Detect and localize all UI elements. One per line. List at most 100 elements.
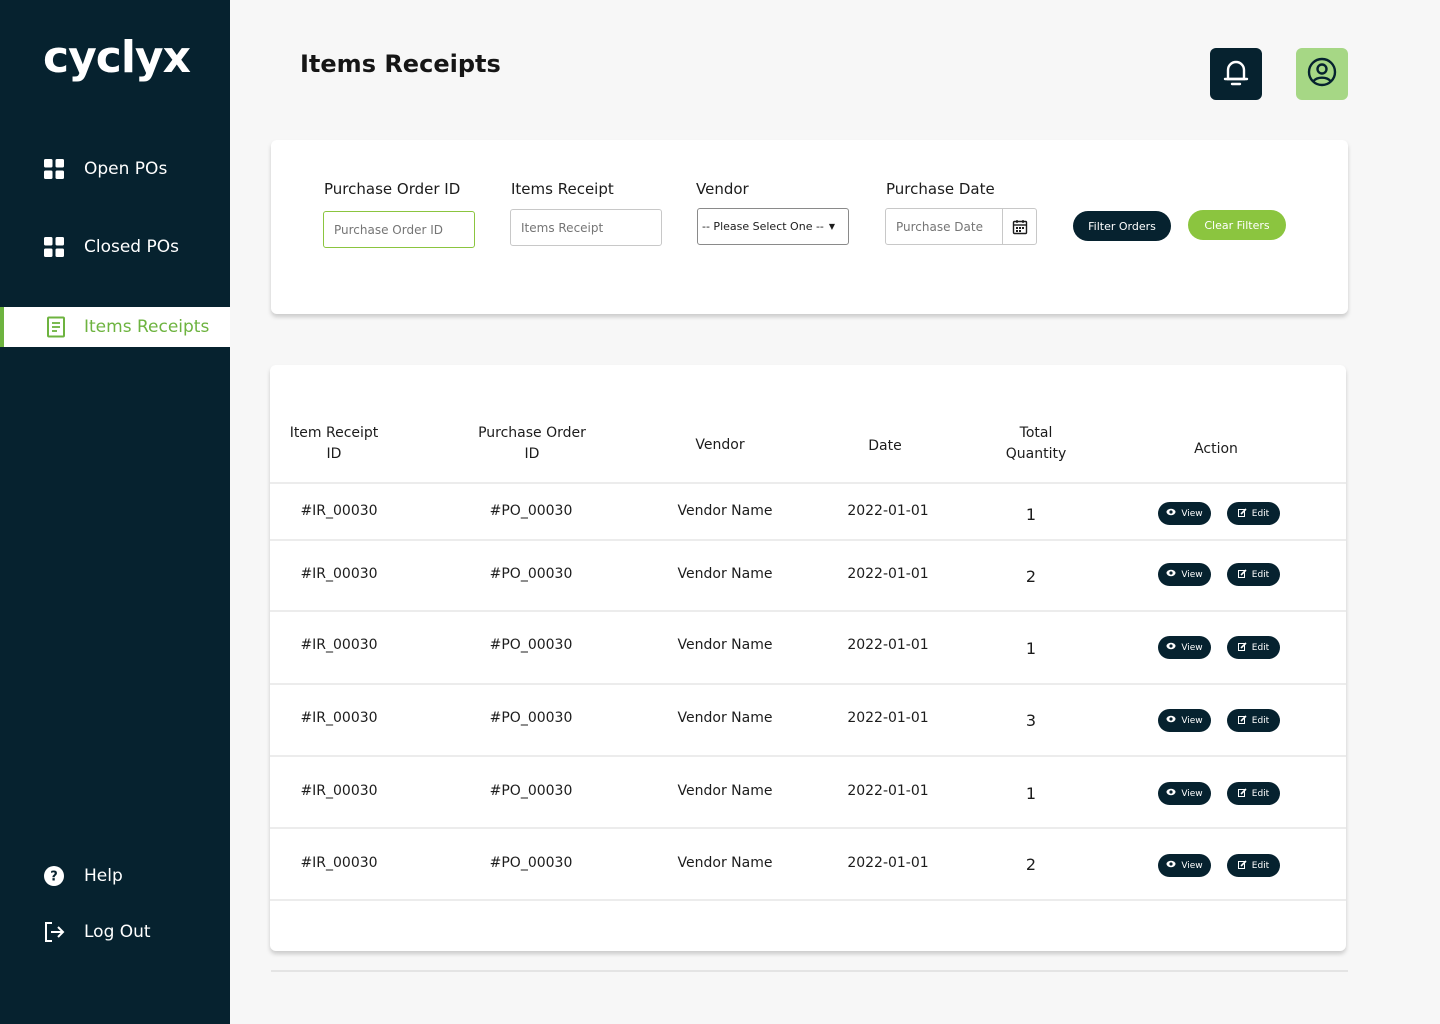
column-header-date: Date: [868, 438, 902, 454]
edit-button[interactable]: Edit: [1227, 709, 1280, 732]
po-id-input[interactable]: [323, 211, 475, 248]
view-button[interactable]: View: [1158, 782, 1211, 805]
sidebar-item-label: Closed POs: [84, 237, 179, 257]
edit-label: Edit: [1251, 788, 1270, 799]
eye-icon: [1166, 860, 1176, 871]
sidebar-item-label: Open POs: [84, 159, 168, 179]
column-header-po-id: Purchase Order ID: [478, 425, 586, 462]
edit-button[interactable]: Edit: [1227, 854, 1280, 877]
receipt-id-cell: #IR_00030: [300, 566, 378, 582]
filter-orders-button[interactable]: Filter Orders: [1073, 211, 1171, 241]
sidebar: cyclyx Open POs Closed POs Items Receipt…: [0, 0, 230, 1024]
purchase-date-field: [885, 208, 1037, 245]
svg-text:?: ?: [50, 870, 58, 885]
view-button[interactable]: View: [1158, 502, 1211, 525]
eye-icon: [1166, 715, 1176, 726]
edit-button[interactable]: Edit: [1227, 502, 1280, 525]
clear-filters-button[interactable]: Clear Filters: [1188, 210, 1286, 240]
po-id-cell: #PO_00030: [489, 710, 573, 726]
vendor-cell: Vendor Name: [677, 855, 773, 871]
receipt-id-cell: #IR_00030: [300, 637, 378, 653]
row-divider: [270, 827, 1346, 829]
sidebar-item-label: Help: [84, 866, 123, 886]
column-header-receipt-id: Item Receipt ID: [289, 425, 379, 462]
view-label: View: [1181, 569, 1203, 580]
po-id-cell: #PO_00030: [489, 855, 573, 871]
sidebar-item-closed-pos[interactable]: Closed POs: [0, 227, 230, 267]
edit-label: Edit: [1251, 715, 1270, 726]
row-divider: [270, 482, 1346, 484]
receipt-id-cell: #IR_00030: [300, 855, 378, 871]
row-divider: [270, 539, 1346, 541]
eye-icon: [1166, 569, 1176, 580]
view-button[interactable]: View: [1158, 709, 1211, 732]
quantity-cell: 2: [1025, 567, 1037, 586]
logout-icon: [43, 921, 65, 943]
view-label: View: [1181, 642, 1203, 653]
calendar-icon[interactable]: [1002, 209, 1036, 244]
vendor-label: Vendor: [696, 180, 749, 198]
vendor-cell: Vendor Name: [677, 503, 773, 519]
purchase-date-input[interactable]: [886, 209, 1002, 244]
po-id-cell: #PO_00030: [489, 637, 573, 653]
row-divider: [270, 899, 1346, 901]
po-id-cell: #PO_00030: [489, 566, 573, 582]
edit-button[interactable]: Edit: [1227, 782, 1280, 805]
sidebar-item-logout[interactable]: Log Out: [0, 912, 230, 952]
edit-icon: [1237, 714, 1247, 727]
column-header-vendor: Vendor: [695, 437, 745, 453]
eye-icon: [1166, 788, 1176, 799]
quantity-cell: 1: [1025, 505, 1037, 524]
sidebar-item-items-receipts[interactable]: Items Receipts: [0, 307, 230, 347]
quantity-cell: 1: [1025, 784, 1037, 803]
sidebar-item-help[interactable]: ? Help: [0, 856, 230, 896]
divider: [271, 970, 1348, 972]
edit-button[interactable]: Edit: [1227, 636, 1280, 659]
date-cell: 2022-01-01: [847, 503, 929, 519]
edit-label: Edit: [1251, 569, 1270, 580]
view-label: View: [1181, 715, 1203, 726]
edit-icon: [1237, 641, 1247, 654]
edit-button[interactable]: Edit: [1227, 563, 1280, 586]
edit-icon: [1237, 507, 1247, 520]
date-cell: 2022-01-01: [847, 855, 929, 871]
edit-label: Edit: [1251, 508, 1270, 519]
vendor-cell: Vendor Name: [677, 783, 773, 799]
receipt-id-cell: #IR_00030: [300, 503, 378, 519]
vendor-cell: Vendor Name: [677, 637, 773, 653]
filter-panel: Purchase Order ID Items Receipt Vendor -…: [271, 140, 1348, 314]
edit-label: Edit: [1251, 642, 1270, 653]
view-button[interactable]: View: [1158, 636, 1211, 659]
quantity-cell: 1: [1025, 639, 1037, 658]
view-button[interactable]: View: [1158, 854, 1211, 877]
column-header-total-quantity: Total Quantity: [1005, 425, 1067, 462]
help-icon: ?: [43, 865, 65, 887]
po-id-cell: #PO_00030: [489, 503, 573, 519]
view-button[interactable]: View: [1158, 563, 1211, 586]
view-label: View: [1181, 508, 1203, 519]
profile-button[interactable]: [1296, 48, 1348, 100]
edit-icon: [1237, 787, 1247, 800]
sidebar-item-open-pos[interactable]: Open POs: [0, 149, 230, 189]
vendor-select[interactable]: -- Please Select One -- ▼: [697, 208, 849, 245]
date-cell: 2022-01-01: [847, 783, 929, 799]
edit-icon: [1237, 568, 1247, 581]
edit-label: Edit: [1251, 860, 1270, 871]
document-icon: [45, 316, 67, 338]
items-receipt-label: Items Receipt: [511, 180, 614, 198]
vendor-cell: Vendor Name: [677, 566, 773, 582]
page-title: Items Receipts: [300, 50, 501, 78]
grid-icon: [43, 158, 65, 180]
quantity-cell: 3: [1025, 711, 1037, 730]
date-cell: 2022-01-01: [847, 710, 929, 726]
items-receipt-input[interactable]: [510, 209, 662, 246]
po-id-cell: #PO_00030: [489, 783, 573, 799]
date-cell: 2022-01-01: [847, 566, 929, 582]
notifications-button[interactable]: [1210, 48, 1262, 100]
po-id-label: Purchase Order ID: [324, 180, 461, 198]
purchase-date-label: Purchase Date: [886, 180, 995, 198]
receipts-table: Item Receipt ID Purchase Order ID Vendor D…: [270, 365, 1346, 951]
bell-icon: [1220, 56, 1252, 92]
row-divider: [270, 755, 1346, 757]
user-icon: [1306, 56, 1338, 92]
